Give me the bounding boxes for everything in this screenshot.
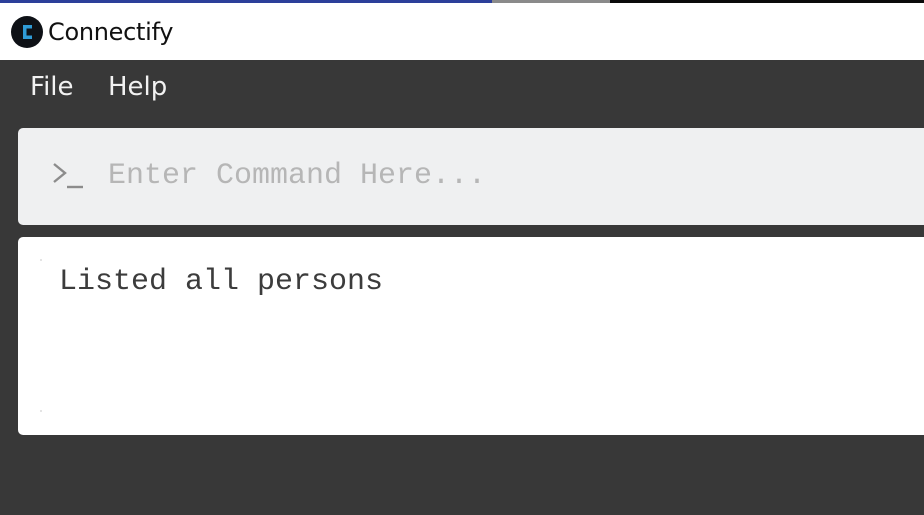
terminal-prompt-icon <box>53 163 83 189</box>
result-corner-mark <box>40 410 42 412</box>
result-message: Listed all persons <box>59 265 384 299</box>
command-box <box>18 128 924 225</box>
menu-item-help[interactable]: Help <box>108 72 167 102</box>
command-input[interactable] <box>108 150 908 202</box>
menu-bar: File Help <box>0 60 924 120</box>
window-title: Connectify <box>48 17 174 46</box>
connectify-logo-icon <box>11 15 43 48</box>
window-titlebar: Connectify <box>0 3 924 60</box>
result-display: Listed all persons <box>18 237 924 435</box>
result-corner-mark <box>40 259 42 261</box>
menu-item-file[interactable]: File <box>30 72 74 102</box>
